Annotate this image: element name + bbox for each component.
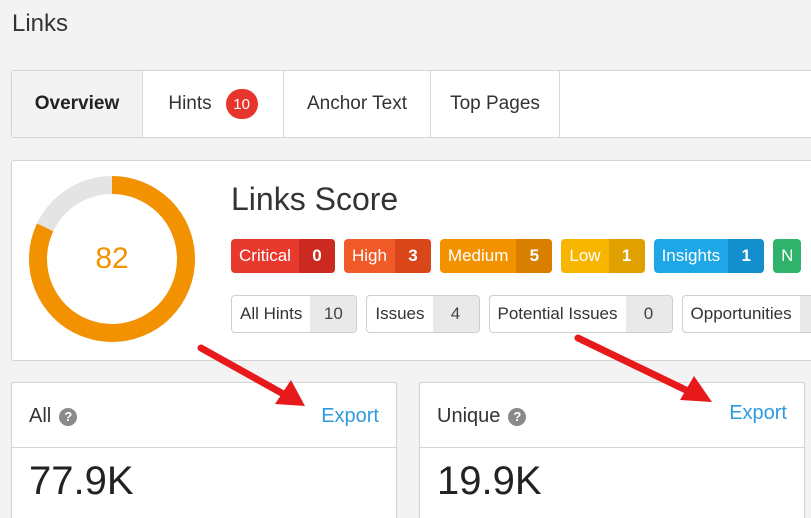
filter-potential-issues-label: Potential Issues (497, 304, 618, 323)
filter-all-hints[interactable]: All Hints 10 (231, 295, 358, 333)
tab-top-pages[interactable]: Top Pages (431, 71, 560, 137)
unique-links-export-link[interactable]: Export (729, 402, 787, 425)
score-value: 82 (95, 242, 129, 275)
filter-opportunities-count: 5 (799, 296, 811, 332)
chip-critical-label: Critical (239, 246, 291, 265)
page-title: Links (12, 10, 69, 37)
unique-links-label-wrap: Unique ? (437, 405, 527, 428)
severity-chips: Critical 0 High 3 Medium 5 Low 1 Insight… (231, 239, 810, 273)
tab-anchor-text-label: Anchor Text (307, 93, 407, 114)
tab-top-pages-label: Top Pages (450, 93, 540, 114)
all-links-label: All (29, 405, 52, 427)
chip-low[interactable]: Low 1 (561, 239, 645, 273)
help-icon[interactable]: ? (59, 407, 78, 426)
chip-insights-label: Insights (661, 246, 721, 265)
tab-anchor-text[interactable]: Anchor Text (284, 71, 431, 137)
unique-links-label: Unique (437, 405, 501, 427)
chip-notices-label: N (781, 246, 794, 265)
tab-hints-label: Hints (168, 93, 212, 114)
filter-opportunities-label: Opportunities (690, 304, 792, 323)
tab-hints[interactable]: Hints 10 (143, 71, 284, 137)
chip-medium-label: Medium (447, 246, 509, 265)
chip-notices[interactable]: N (773, 239, 802, 273)
filter-potential-issues[interactable]: Potential Issues 0 (488, 295, 673, 333)
help-icon[interactable]: ? (508, 407, 527, 426)
chip-high-label: High (351, 246, 387, 265)
filter-opportunities[interactable]: Opportunities 5 (681, 295, 811, 333)
filter-issues[interactable]: Issues 4 (366, 295, 480, 333)
all-links-value: 77.9K (29, 459, 134, 503)
all-links-export-link[interactable]: Export (321, 405, 379, 428)
chip-insights-count: 1 (728, 239, 765, 273)
hint-filters: All Hints 10 Issues 4 Potential Issues 0… (231, 295, 811, 333)
tab-bar: Overview Hints 10 Anchor Text Top Pages (11, 70, 811, 138)
tab-overview-label: Overview (34, 93, 120, 114)
chip-medium-count: 5 (516, 239, 553, 273)
filter-all-hints-count: 10 (310, 296, 357, 332)
score-title: Links Score (231, 181, 399, 217)
red-arrow-icon (574, 334, 712, 402)
filter-potential-issues-count: 0 (625, 296, 672, 332)
red-arrow-icon (197, 344, 305, 406)
chip-medium[interactable]: Medium 5 (439, 239, 553, 273)
tab-overview[interactable]: Overview (12, 71, 143, 137)
filter-issues-label: Issues (375, 304, 425, 323)
chip-critical-count: 0 (298, 239, 335, 273)
unique-links-value: 19.9K (437, 459, 542, 503)
filter-issues-count: 4 (432, 296, 479, 332)
chip-high-count: 3 (394, 239, 431, 273)
chip-critical[interactable]: Critical 0 (231, 239, 335, 273)
hints-count-badge: 10 (225, 89, 258, 119)
all-links-label-wrap: All ? (29, 405, 78, 428)
chip-low-count: 1 (608, 239, 645, 273)
filter-all-hints-label: All Hints (240, 304, 303, 323)
chip-low-label: Low (569, 246, 601, 265)
chip-insights[interactable]: Insights 1 (653, 239, 765, 273)
chip-high[interactable]: High 3 (343, 239, 431, 273)
